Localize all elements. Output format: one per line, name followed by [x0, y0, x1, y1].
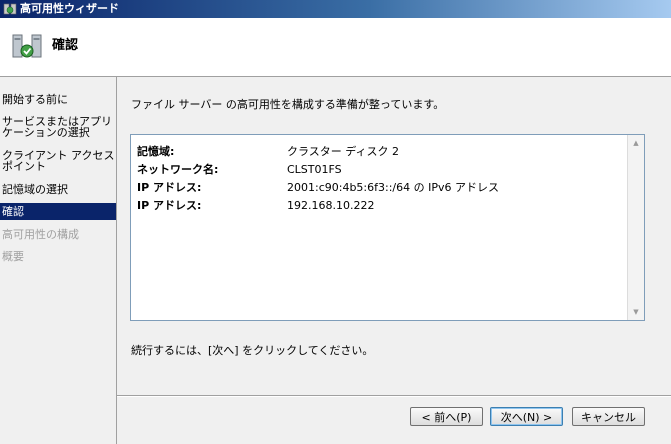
- wizard-steps-sidebar: 開始する前に サービスまたはアプリケーションの選択 クライアント アクセス ポイ…: [0, 77, 117, 444]
- summary-key: 記憶域:: [137, 145, 175, 158]
- wizard-header: 確認: [0, 18, 671, 77]
- step-summary: 概要: [2, 250, 24, 263]
- next-button[interactable]: 次へ(N) >: [490, 407, 563, 426]
- back-button[interactable]: < 前へ(P): [410, 407, 483, 426]
- page-title: 確認: [52, 38, 79, 53]
- summary-value: 192.168.10.222: [287, 199, 375, 212]
- title-bar[interactable]: 高可用性ウィザード: [0, 0, 671, 18]
- intro-text: ファイル サーバー の高可用性を構成する準備が整っています。: [131, 98, 445, 111]
- continue-instruction: 続行するには、[次へ] をクリックしてください。: [131, 344, 374, 357]
- summary-value: 2001:c90:4b5:6f3::/64 の IPv6 アドレス: [287, 181, 499, 194]
- wizard-app-icon: [3, 3, 17, 15]
- scroll-down-icon[interactable]: ▼: [628, 304, 644, 320]
- step-select-storage[interactable]: 記憶域の選択: [0, 184, 116, 195]
- confirmation-summary-box[interactable]: 記憶域: クラスター ディスク 2 ネットワーク名: CLST01FS IP ア…: [130, 134, 645, 321]
- step-before-you-begin[interactable]: 開始する前に: [0, 94, 116, 105]
- summary-key: IP アドレス:: [137, 199, 202, 212]
- window-title: 高可用性ウィザード: [20, 2, 119, 15]
- step-select-service[interactable]: サービスまたはアプリケーションの選択: [0, 116, 116, 138]
- step-confirmation[interactable]: 確認: [0, 203, 116, 220]
- vertical-scrollbar[interactable]: ▲ ▼: [627, 135, 644, 320]
- cluster-wizard-icon: [12, 34, 42, 58]
- step-client-access-point[interactable]: クライアント アクセス ポイント: [0, 150, 116, 172]
- summary-key: ネットワーク名:: [137, 163, 219, 176]
- cancel-button[interactable]: キャンセル: [572, 407, 645, 426]
- summary-value: CLST01FS: [287, 163, 342, 176]
- step-configure-ha: 高可用性の構成: [2, 228, 79, 241]
- summary-value: クラスター ディスク 2: [287, 145, 400, 158]
- main-panel: ファイル サーバー の高可用性を構成する準備が整っています。 記憶域: クラスタ…: [117, 77, 671, 444]
- summary-key: IP アドレス:: [137, 181, 202, 194]
- scroll-up-icon[interactable]: ▲: [628, 135, 644, 151]
- footer-divider: [117, 395, 671, 397]
